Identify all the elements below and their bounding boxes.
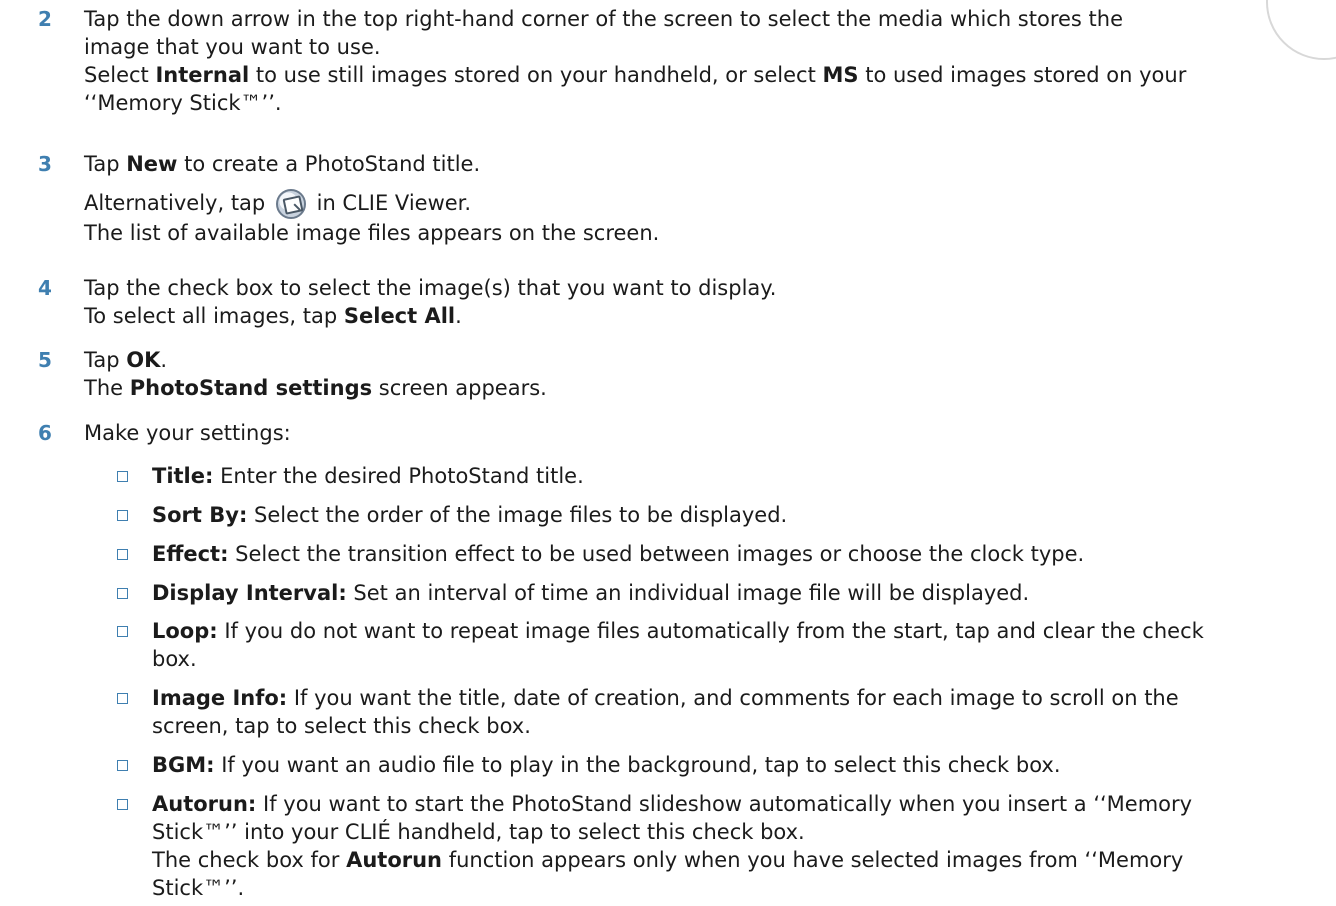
setting-text: Effect: Select the transition effect to … <box>152 542 1085 566</box>
checkbox-bullet-icon <box>117 588 128 599</box>
step-number: 2 <box>38 7 52 31</box>
step-line: The PhotoStand settings screen appears. <box>84 376 547 400</box>
step-line: Select Internal to use still images stor… <box>84 63 1187 87</box>
checkbox-bullet-icon <box>117 760 128 771</box>
checkbox-bullet-icon <box>117 626 128 637</box>
checkbox-bullet-icon <box>117 799 128 810</box>
step-number: 5 <box>38 348 52 372</box>
step-line: To select all images, tap Select All. <box>84 304 462 328</box>
step-number: 3 <box>38 152 52 176</box>
autorun-note: The check box for Autorun function appea… <box>152 848 1184 872</box>
step-line: Tap New to create a PhotoStand title. <box>84 152 481 176</box>
setting-text: Autorun: If you want to start the PhotoS… <box>152 790 1336 902</box>
step-number: 6 <box>38 421 52 445</box>
step-body: Tap the down arrow in the top right-hand… <box>84 5 1336 117</box>
step-line: Tap the check box to select the image(s)… <box>84 276 777 300</box>
step-body: Tap the check box to select the image(s)… <box>84 274 1336 330</box>
photostand-icon <box>275 189 306 219</box>
step-line: image that you want to use. <box>84 35 381 59</box>
step-body: Make your settings: <box>84 419 1336 447</box>
checkbox-bullet-icon <box>117 510 128 521</box>
checkbox-bullet-icon <box>117 549 128 560</box>
step-line: Tap the down arrow in the top right-hand… <box>84 7 1123 31</box>
step-line: ‘‘Memory Stick™’’. <box>84 91 282 115</box>
checkbox-bullet-icon <box>117 471 128 482</box>
checkbox-bullet-icon <box>117 693 128 704</box>
setting-text: Loop: If you do not want to repeat image… <box>152 619 1204 671</box>
setting-text: BGM: If you want an audio file to play i… <box>152 753 1061 777</box>
setting-text: Display Interval: Set an interval of tim… <box>152 581 1030 605</box>
step-line: The list of available image files appear… <box>84 221 660 245</box>
step-line: Make your settings: <box>84 421 291 445</box>
step-line: Tap OK. <box>84 348 168 372</box>
step-body: Tap OK. The PhotoStand settings screen a… <box>84 346 1336 402</box>
setting-text: Image Info: If you want the title, date … <box>152 686 1179 738</box>
setting-text: Title: Enter the desired PhotoStand titl… <box>152 464 584 488</box>
setting-text: Sort By: Select the order of the image f… <box>152 503 788 527</box>
step-body: Tap New to create a PhotoStand title. Al… <box>84 150 1336 247</box>
step-line: Alternatively, tap in CLIE Viewer. <box>84 189 1336 219</box>
step-number: 4 <box>38 276 52 300</box>
